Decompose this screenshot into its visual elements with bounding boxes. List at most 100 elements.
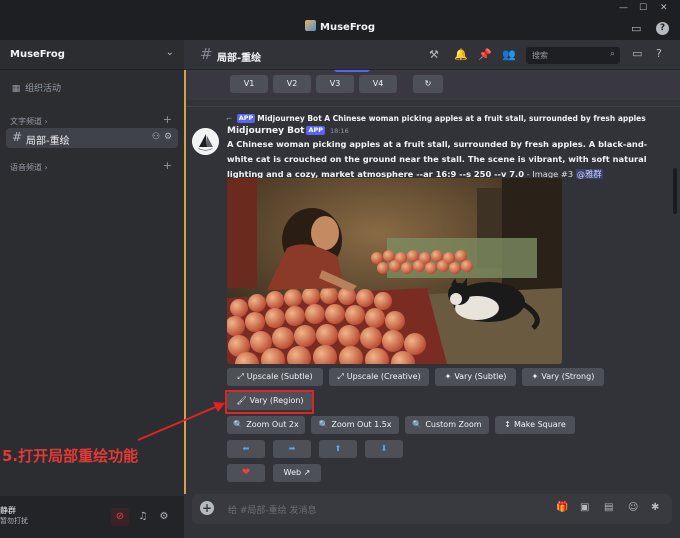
v1-button[interactable]: V1 <box>230 75 268 93</box>
divider <box>186 106 680 107</box>
add-channel-icon[interactable]: + <box>163 113 172 126</box>
inbox-icon[interactable]: ▭ <box>631 22 641 35</box>
user-settings-gear-icon[interactable]: ⚙ <box>155 508 173 526</box>
vary-subtle-button[interactable]: ✦ Vary (Subtle) <box>435 368 516 386</box>
timestamp: 18:16 <box>330 127 349 135</box>
gift-icon[interactable]: 🎁 <box>556 502 568 513</box>
server-name: MuseFrog <box>10 49 65 60</box>
zoom-out-2x-button[interactable]: 🔍 Zoom Out 2x <box>227 416 305 434</box>
chat-area: # 局部-重绘 ⚒ 🔔 📌 👥 搜索 ⌕ ▭ ? V1 V2 V3 V4 ↻ ⌐… <box>184 40 680 538</box>
sidebar-item-activity[interactable]: ▦ 组织活动 <box>10 81 61 94</box>
members-icon[interactable]: 👥 <box>502 48 516 61</box>
category-text-channels[interactable]: 文字频道 › <box>10 116 48 127</box>
expand-icon: ⤢ <box>237 372 244 381</box>
reply-preview[interactable]: ⌐ APP Midjourney Bot A Chinese woman pick… <box>226 114 646 123</box>
gear-icon[interactable]: ⚙ <box>164 132 172 142</box>
web-link-button[interactable]: Web ↗ <box>273 464 321 482</box>
pan-left-button[interactable]: ⬅ <box>227 440 265 458</box>
channel-title: 局部-重绘 <box>217 53 262 64</box>
magnifier-icon: 🔍 <box>412 420 423 429</box>
message-content: A Chinese woman picking apples at a frui… <box>227 139 648 179</box>
heart-icon: ❤ <box>241 467 251 478</box>
arrow-down-icon: ⬇ <box>380 444 388 453</box>
search-input[interactable]: 搜索 ⌕ <box>526 47 620 64</box>
make-square-button[interactable]: ↕ Make Square <box>495 416 575 434</box>
message-author[interactable]: Midjourney Bot APP 18:16 <box>227 126 349 136</box>
annotation-label: 5.打开局部重绘功能 <box>2 447 139 465</box>
message-input[interactable]: 给 #局部-重绘 发消息 <box>228 503 317 516</box>
highlight-bar <box>184 70 186 494</box>
v3-button[interactable]: V3 <box>316 75 354 93</box>
reroll-button[interactable]: ↻ <box>413 75 443 93</box>
reply-arrow-icon: ⌐ <box>226 114 233 123</box>
arrow-right-icon: ➡ <box>288 444 296 453</box>
message-composer[interactable]: + 给 #局部-重绘 发消息 🎁 ▣ ▤ ☺ ✱ <box>192 494 672 524</box>
zoom-out-1-5x-button[interactable]: 🔍 Zoom Out 1.5x <box>311 416 399 434</box>
channel-header: # 局部-重绘 ⚒ 🔔 📌 👥 搜索 ⌕ ▭ ? <box>184 40 680 70</box>
previous-selected-button[interactable] <box>334 70 370 72</box>
search-icon: ⌕ <box>609 49 615 59</box>
generated-image[interactable] <box>227 178 562 364</box>
reply-text: A Chinese woman picking apples at a frui… <box>324 114 646 123</box>
user-panel: 静群 暂勿打扰 ⊘ ♫ ⚙ <box>0 496 184 538</box>
expand-icon: ⤢ <box>337 372 344 381</box>
app-tag: APP <box>236 114 256 123</box>
sticker-icon[interactable]: ▤ <box>604 502 613 513</box>
v2-button[interactable]: V2 <box>273 75 311 93</box>
invite-icon[interactable]: ⚇ <box>152 132 160 142</box>
magnifier-icon: 🔍 <box>318 420 329 429</box>
gif-icon[interactable]: ▣ <box>580 502 589 513</box>
annotation-highlight-box <box>225 390 314 414</box>
magic-wand-icon: ✦ <box>444 372 452 381</box>
app-tag: APP <box>306 126 326 135</box>
maximize-button[interactable]: ☐ <box>639 3 647 13</box>
square-arrows-icon: ↕ <box>504 420 511 429</box>
hash-icon: # <box>12 130 23 144</box>
help-icon[interactable]: ? <box>656 22 669 35</box>
help-circle-icon[interactable]: ? <box>656 47 662 60</box>
minimize-button[interactable]: — <box>619 3 628 13</box>
external-link-icon: ↗ <box>303 468 311 477</box>
scrollbar[interactable] <box>673 168 677 214</box>
channel-label: 局部-重绘 <box>26 136 70 147</box>
custom-zoom-button[interactable]: 🔍 Custom Zoom <box>405 416 489 434</box>
upscale-creative-button[interactable]: ⤢ Upscale (Creative) <box>329 368 429 386</box>
sidebar-item-active-channel[interactable]: # 局部-重绘 ⚇ ⚙ <box>6 128 178 148</box>
category-voice-channels[interactable]: 语音频道 › <box>10 162 48 173</box>
vary-strong-button[interactable]: ✦ Vary (Strong) <box>522 368 604 386</box>
apps-icon[interactable]: ✱ <box>651 502 659 513</box>
pan-down-button[interactable]: ⬇ <box>365 440 403 458</box>
avatar[interactable] <box>192 128 219 155</box>
add-attachment-icon[interactable]: + <box>200 501 214 515</box>
threads-icon[interactable]: ⚒ <box>429 48 439 61</box>
reply-author: Midjourney Bot <box>257 114 322 123</box>
pin-icon[interactable]: 📌 <box>478 48 492 61</box>
bell-icon[interactable]: 🔔 <box>454 48 468 61</box>
user-status: 暂勿打扰 <box>0 517 28 525</box>
app-logo-icon <box>305 20 317 31</box>
hash-icon: # <box>200 45 213 63</box>
v4-button[interactable]: V4 <box>359 75 397 93</box>
mic-muted-icon[interactable]: ⊘ <box>111 508 129 526</box>
server-header[interactable]: MuseFrog ⌄ <box>0 40 184 70</box>
magnifier-icon: 🔍 <box>233 420 244 429</box>
arrow-left-icon: ⬅ <box>242 444 250 453</box>
close-button[interactable]: ✕ <box>660 3 668 13</box>
emoji-icon[interactable]: ☺ <box>628 502 638 513</box>
inbox-tray-icon[interactable]: ▭ <box>632 47 642 60</box>
message-list: V1 V2 V3 V4 ↻ ⌐ APP Midjourney Bot A Chin… <box>184 70 680 494</box>
app-title: MuseFrog <box>0 20 680 33</box>
magic-wand-icon: ✦ <box>531 372 539 381</box>
arrow-up-icon: ⬆ <box>334 444 342 453</box>
activity-icon: ▦ <box>11 84 21 94</box>
user-name: 静群 <box>0 506 16 515</box>
add-voice-channel-icon[interactable]: + <box>163 159 172 172</box>
favorite-button[interactable]: ❤ <box>227 464 265 482</box>
headphones-icon[interactable]: ♫ <box>134 508 152 526</box>
user-mention[interactable]: @雅群 <box>575 169 603 179</box>
upscale-subtle-button[interactable]: ⤢ Upscale (Subtle) <box>227 368 323 386</box>
pan-up-button[interactable]: ⬆ <box>319 440 357 458</box>
chevron-down-icon[interactable]: ⌄ <box>166 47 174 58</box>
title-bar: MuseFrog — ☐ ✕ ▭ ? <box>0 0 680 40</box>
pan-right-button[interactable]: ➡ <box>273 440 311 458</box>
